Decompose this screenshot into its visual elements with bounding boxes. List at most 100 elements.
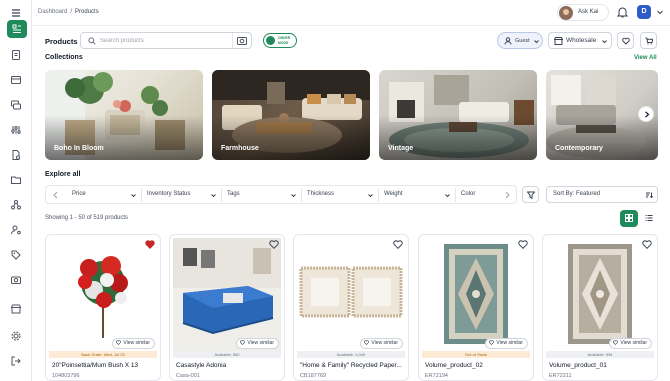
product-name[interactable]: Volume_product_01 — [549, 362, 655, 369]
grid-view-button[interactable] — [620, 210, 638, 227]
product-card[interactable]: View similar Available: 1,049 "Home & Fa… — [293, 234, 409, 381]
heart-outline-icon — [364, 339, 370, 345]
logout-icon[interactable] — [10, 355, 22, 367]
chevron-down-icon — [445, 194, 450, 198]
view-all-link[interactable]: View All — [634, 55, 657, 61]
wishlist-button[interactable] — [617, 32, 634, 49]
stock-status: Out of Stock — [422, 351, 530, 358]
camera-icon[interactable] — [10, 274, 22, 286]
product-name[interactable]: Volume_product_02 — [425, 362, 531, 369]
product-sku: ER72211 — [549, 373, 572, 379]
cart-button[interactable] — [640, 32, 657, 49]
list-view-button[interactable] — [642, 210, 656, 227]
image-shade — [45, 115, 203, 160]
user-menu[interactable]: Ask Kai — [557, 4, 609, 21]
filter-label: Thickness — [307, 191, 335, 197]
collection-label: Vintage — [388, 145, 414, 152]
chevron-down-icon — [602, 40, 607, 44]
account-badge[interactable]: D — [637, 5, 651, 19]
product-sku: 104803796 — [52, 373, 80, 379]
bell-icon[interactable] — [617, 6, 628, 18]
view-similar-button[interactable]: View similar — [360, 338, 403, 349]
price-mode-label: Wholesale — [566, 37, 597, 44]
collection-card-farmhouse[interactable]: Farmhouse — [212, 70, 370, 160]
heart-icon[interactable] — [393, 240, 403, 249]
product-card[interactable]: View similar Available: 994 Volume_produ… — [542, 234, 658, 381]
grid-icon — [625, 214, 633, 222]
chevron-down-icon[interactable] — [656, 8, 664, 16]
product-name[interactable]: "Home & Family" Recycled Paper... — [300, 362, 406, 369]
gear-icon[interactable] — [10, 330, 22, 342]
filter-label: Color — [461, 191, 476, 197]
filter-label: Price — [72, 191, 86, 197]
heart-icon[interactable] — [642, 240, 652, 249]
avatar — [559, 6, 573, 20]
sort-select[interactable]: Sort By: Featured — [546, 186, 658, 203]
stock-status: Back Order: Wed, Jul 25 — [49, 351, 157, 358]
view-similar-label: View similar — [123, 340, 150, 346]
filter-label: Inventory Status — [147, 191, 191, 197]
image-shade — [212, 115, 370, 160]
collections-next-button[interactable] — [638, 106, 654, 122]
filter-tags[interactable]: Tags — [222, 188, 302, 202]
orders-icon[interactable] — [10, 49, 22, 61]
order-mode-toggle[interactable]: ORDER MODE — [263, 33, 297, 48]
product-sku: CB187769 — [300, 373, 326, 379]
chevron-down-icon — [211, 194, 216, 198]
filter-price[interactable]: Price — [67, 188, 142, 202]
store-icon[interactable] — [10, 303, 22, 315]
document-icon[interactable] — [10, 149, 22, 161]
chevron-left-icon[interactable] — [50, 189, 62, 201]
filter-bar: Price Inventory Status Tags Thickness We… — [45, 185, 517, 204]
collection-card-boho[interactable]: Boho In Bloom — [45, 70, 203, 160]
collections-heading: Collections — [45, 54, 83, 61]
shop-icon — [554, 37, 563, 45]
page-title: Products — [45, 37, 78, 46]
collection-label: Boho In Bloom — [54, 145, 104, 152]
product-name[interactable]: 20"Poinsettia/Mum Bush X 13 — [52, 362, 158, 369]
settings-sliders-icon[interactable] — [10, 124, 22, 136]
view-similar-button[interactable]: View similar — [485, 338, 528, 349]
view-similar-label: View similar — [620, 340, 647, 346]
product-image — [49, 238, 157, 351]
image-search-button[interactable] — [232, 33, 250, 48]
search-input[interactable] — [100, 36, 230, 46]
product-card[interactable]: View similar Back Order: Wed, Jul 25 20"… — [45, 234, 161, 381]
heart-icon[interactable] — [269, 240, 279, 249]
network-icon[interactable] — [10, 199, 22, 211]
product-name[interactable]: Casastyle Adonia — [176, 362, 282, 369]
order-mode-label: ORDER MODE — [278, 36, 291, 45]
chevron-right-icon[interactable] — [501, 189, 513, 201]
filter-thickness[interactable]: Thickness — [302, 188, 379, 202]
folder-icon[interactable] — [10, 174, 22, 186]
product-card[interactable]: View similar Out of Stock Volume_product… — [418, 234, 534, 381]
guest-selector[interactable]: Guest — [497, 32, 543, 49]
stock-status: Available: 994 — [546, 351, 654, 358]
heart-icon[interactable] — [518, 240, 528, 249]
collection-card-vintage[interactable]: Vintage — [379, 70, 537, 160]
sort-label: Sort By: Featured — [553, 191, 601, 197]
filter-color[interactable]: Color — [456, 188, 496, 202]
tag-icon[interactable] — [10, 249, 22, 261]
advanced-filter-button[interactable] — [522, 186, 539, 203]
menu-icon[interactable] — [10, 7, 22, 19]
filter-inventory-status[interactable]: Inventory Status — [142, 188, 222, 202]
view-similar-button[interactable]: View similar — [236, 338, 279, 349]
customers-icon[interactable] — [10, 74, 22, 86]
explore-heading: Explore all — [45, 171, 81, 178]
filter-label: Weight — [384, 191, 403, 197]
breadcrumb: Dashboard / Products — [38, 9, 99, 15]
view-similar-button[interactable]: View similar — [112, 338, 155, 349]
heart-outline-icon — [116, 339, 122, 345]
breadcrumb-separator: / — [70, 9, 73, 15]
price-mode-select[interactable]: Wholesale — [548, 32, 612, 49]
user-settings-icon[interactable] — [10, 224, 22, 236]
product-card[interactable]: View similar Available: 850 Casastyle Ad… — [169, 234, 285, 381]
sidebar-item-products[interactable] — [7, 20, 27, 38]
heart-icon[interactable] — [145, 240, 155, 249]
breadcrumb-dashboard[interactable]: Dashboard — [38, 9, 67, 15]
messages-icon[interactable] — [10, 99, 22, 111]
filter-weight[interactable]: Weight — [379, 188, 456, 202]
heart-outline-icon — [240, 339, 246, 345]
view-similar-button[interactable]: View similar — [609, 338, 652, 349]
